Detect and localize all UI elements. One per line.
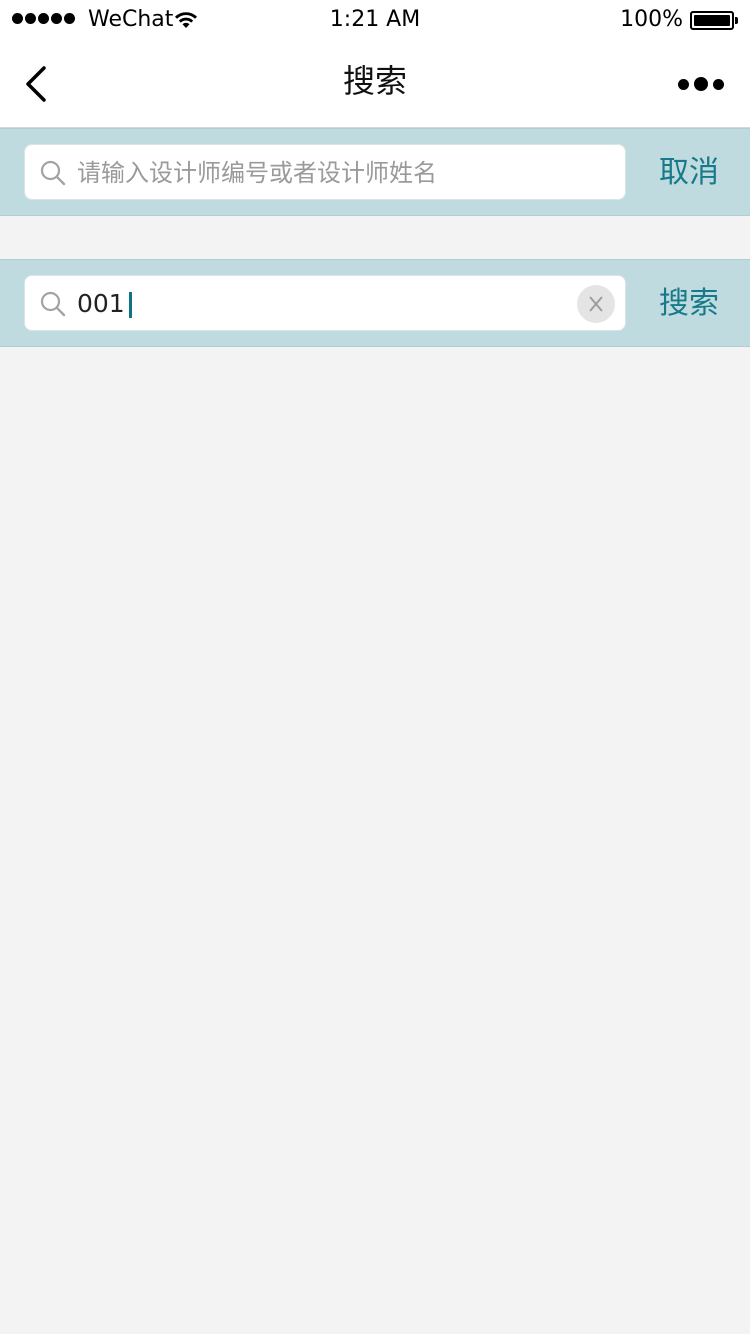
search-placeholder: 请输入设计师编号或者设计师姓名 xyxy=(77,159,437,187)
search-input-active[interactable]: 001 xyxy=(24,275,626,331)
search-icon xyxy=(40,291,66,317)
clear-button[interactable] xyxy=(577,285,615,323)
search-bar-inactive: 请输入设计师编号或者设计师姓名 取消 xyxy=(0,128,750,216)
clear-icon xyxy=(589,296,603,312)
page-title: 搜索 xyxy=(342,62,407,100)
search-input[interactable]: 请输入设计师编号或者设计师姓名 xyxy=(24,144,626,200)
navigation-bar: 搜索 xyxy=(0,40,750,128)
search-value: 001 xyxy=(77,289,125,318)
status-bar: WeChat 1:21 AM 100% xyxy=(0,0,750,40)
search-bar-active: 001 搜索 xyxy=(0,259,750,347)
search-page: WeChat 1:21 AM 100% 搜索 请输入设计师编号或者设计师姓名 取… xyxy=(0,0,750,1334)
text-caret xyxy=(128,292,132,318)
search-value-wrapper: 001 xyxy=(77,276,132,332)
battery-icon xyxy=(690,11,738,30)
more-button[interactable] xyxy=(678,74,724,94)
search-button[interactable]: 搜索 xyxy=(659,260,719,348)
search-icon xyxy=(40,160,66,186)
cancel-button[interactable]: 取消 xyxy=(659,129,719,217)
battery-percentage: 100% xyxy=(620,7,683,32)
more-dots-icon xyxy=(678,78,689,90)
